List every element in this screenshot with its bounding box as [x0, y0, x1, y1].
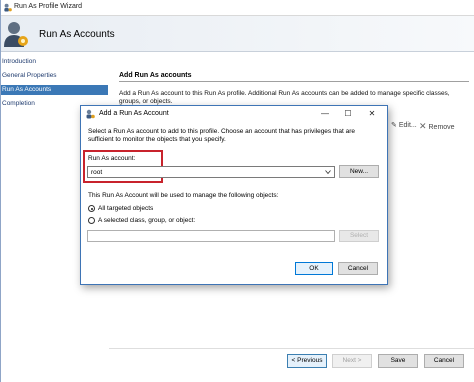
- previous-button[interactable]: < Previous: [287, 354, 327, 368]
- radio-button-selected[interactable]: [88, 205, 95, 212]
- radio-selected-class-group-object[interactable]: A selected class, group, or object:: [88, 216, 195, 225]
- footer-divider: [109, 348, 474, 349]
- run-as-account-dropdown[interactable]: root: [87, 166, 335, 178]
- radio-selected-label: A selected class, group, or object:: [98, 217, 196, 224]
- wizard-cancel-button[interactable]: Cancel: [424, 354, 464, 368]
- radio-all-targeted-objects[interactable]: All targeted objects: [88, 204, 153, 213]
- dialog-cancel-button[interactable]: Cancel: [338, 262, 378, 275]
- wizard-app-icon: [4, 3, 12, 12]
- save-button[interactable]: Save: [378, 354, 418, 368]
- remove-label: Remove: [428, 124, 455, 131]
- wizard-page-title: Run As Accounts: [39, 29, 115, 40]
- new-account-button[interactable]: New...: [339, 165, 379, 178]
- radio-all-label: All targeted objects: [98, 205, 154, 212]
- next-button[interactable]: Next >: [332, 354, 372, 368]
- remove-icon: ✕: [419, 121, 427, 131]
- edit-label: Edit...: [398, 122, 417, 129]
- wizard-banner: Run As Accounts: [1, 16, 474, 52]
- wizard-titlebar: Run As Profile Wizard: [1, 0, 474, 16]
- maximize-icon[interactable]: ☐: [341, 108, 355, 120]
- dialog-instructions: Select a Run As account to add to this p…: [88, 128, 356, 143]
- select-object-button[interactable]: Select: [339, 230, 379, 242]
- edit-button[interactable]: ✎ Edit...: [391, 121, 417, 129]
- remove-button[interactable]: ✕ Remove: [419, 121, 455, 132]
- nav-item-run-as-accounts[interactable]: Run As Accounts: [1, 85, 108, 95]
- close-icon[interactable]: ✕: [365, 108, 379, 120]
- chevron-down-icon: [325, 170, 331, 175]
- minimize-icon[interactable]: —: [318, 108, 332, 120]
- radio-button-unselected[interactable]: [88, 217, 95, 224]
- dialog-title: Add a Run As Account: [99, 110, 169, 117]
- edit-icon: ✎: [391, 122, 397, 129]
- wizard-title: Run As Profile Wizard: [14, 3, 83, 10]
- nav-item-introduction[interactable]: Introduction: [1, 57, 108, 67]
- manage-objects-label: This Run As Account will be used to mana…: [88, 192, 279, 199]
- dialog-titlebar: Add a Run As Account — ☐ ✕: [81, 106, 387, 122]
- run-as-account-value: root: [91, 169, 103, 176]
- dialog-app-icon: [86, 109, 95, 119]
- run-as-account-label: Run As account:: [88, 155, 136, 162]
- section-heading: Add Run As accounts: [119, 72, 192, 79]
- ok-button[interactable]: OK: [295, 262, 333, 275]
- user-gear-icon: [4, 22, 28, 47]
- nav-item-general-properties[interactable]: General Properties: [1, 71, 108, 81]
- section-description: Add a Run As account to this Run As prof…: [119, 90, 450, 105]
- selected-object-field[interactable]: [87, 230, 335, 242]
- section-divider: [119, 81, 469, 82]
- add-run-as-account-dialog: Add a Run As Account — ☐ ✕ Select a Run …: [80, 105, 388, 285]
